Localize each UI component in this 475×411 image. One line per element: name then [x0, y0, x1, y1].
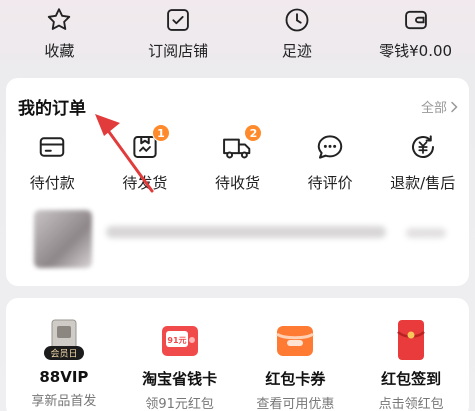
all-orders-label: 全部	[420, 101, 447, 116]
promo-coupons[interactable]: 红包卡券 查看可用优惠	[238, 318, 354, 411]
footprints-shortcut[interactable]: 足迹	[238, 0, 357, 72]
footprints-label: 足迹	[281, 42, 312, 60]
order-meta-blur	[406, 228, 446, 238]
vip-member-day-icon: 会员日	[43, 319, 84, 360]
blurred-order-preview[interactable]	[26, 206, 456, 272]
promo-sub: 领91元红包	[145, 397, 214, 411]
status-refund-aftersales[interactable]: 退款/售后	[376, 130, 469, 193]
receipt-count-badge: 2	[244, 124, 263, 142]
status-label: 待评价	[307, 174, 353, 192]
my-orders-card: 我的订单 全部 待付款 1 2 待收货 待评价 退款/售后	[6, 78, 469, 286]
card-icon	[40, 137, 65, 157]
annotation-arrow	[95, 114, 154, 193]
status-pending-payment[interactable]: 待付款	[6, 130, 99, 193]
status-label: 退款/售后	[390, 174, 456, 192]
wallet-label: 零钱¥0.00	[379, 42, 453, 60]
chevron-right-icon	[451, 101, 458, 112]
favorites-label: 收藏	[44, 42, 75, 60]
promo-saving-card[interactable]: 91元 淘宝省钱卡 领91元红包	[122, 318, 238, 411]
status-pending-review[interactable]: 待评价	[284, 130, 377, 193]
saving-card-icon: 91元	[161, 326, 198, 356]
status-label: 待付款	[29, 174, 75, 192]
promotions-card: 会员日 88VIP 享新品首发 91元 淘宝省钱卡 领91元红包 红包卡券 查看…	[6, 298, 469, 411]
promo-row: 会员日 88VIP 享新品首发 91元 淘宝省钱卡 领91元红包 红包卡券 查看…	[6, 318, 469, 411]
refund-icon	[411, 135, 434, 159]
promo-sub: 查看可用优惠	[256, 397, 335, 411]
status-pending-receipt[interactable]: 2 待收货	[191, 124, 284, 193]
favorites-shortcut[interactable]: 收藏	[0, 0, 119, 72]
star-icon	[48, 8, 71, 30]
chat-bubble-icon	[317, 135, 343, 159]
promo-name: 88VIP	[39, 368, 89, 386]
vip-badge-text: 会员日	[50, 348, 77, 360]
subscribed-shops-shortcut[interactable]: 订阅店铺	[119, 0, 238, 72]
red-packet-icon	[397, 320, 426, 360]
promo-red-packet-signin[interactable]: 红包签到 点击领红包	[353, 318, 469, 411]
promo-sub: 享新品首发	[31, 394, 97, 409]
order-text-blur	[106, 226, 386, 238]
subscribe-shop-icon	[167, 9, 189, 31]
promo-sub: 点击领红包	[378, 397, 444, 411]
promo-name: 红包签到	[381, 370, 442, 388]
top-shortcuts: 收藏 订阅店铺 足迹 零钱¥0.00	[0, 0, 475, 72]
wallet-icon	[404, 10, 427, 30]
promo-name: 红包卡券	[265, 370, 326, 388]
order-status-row: 待付款 1 待发货 2	[6, 124, 469, 193]
wallet-shortcut[interactable]: 零钱¥0.00	[356, 0, 475, 72]
coupon-wallet-icon	[276, 326, 315, 356]
saving-card-amount: 91元	[167, 336, 186, 345]
subscribed-shops-label: 订阅店铺	[148, 42, 209, 60]
orders-title: 我的订单	[18, 99, 86, 119]
clock-icon	[285, 8, 309, 32]
order-thumbnail	[34, 210, 92, 268]
promo-name: 淘宝省钱卡	[142, 370, 218, 388]
promo-88vip[interactable]: 会员日 88VIP 享新品首发	[6, 318, 122, 411]
status-label: 待收货	[214, 174, 260, 192]
all-orders-link[interactable]: 全部	[421, 97, 459, 116]
